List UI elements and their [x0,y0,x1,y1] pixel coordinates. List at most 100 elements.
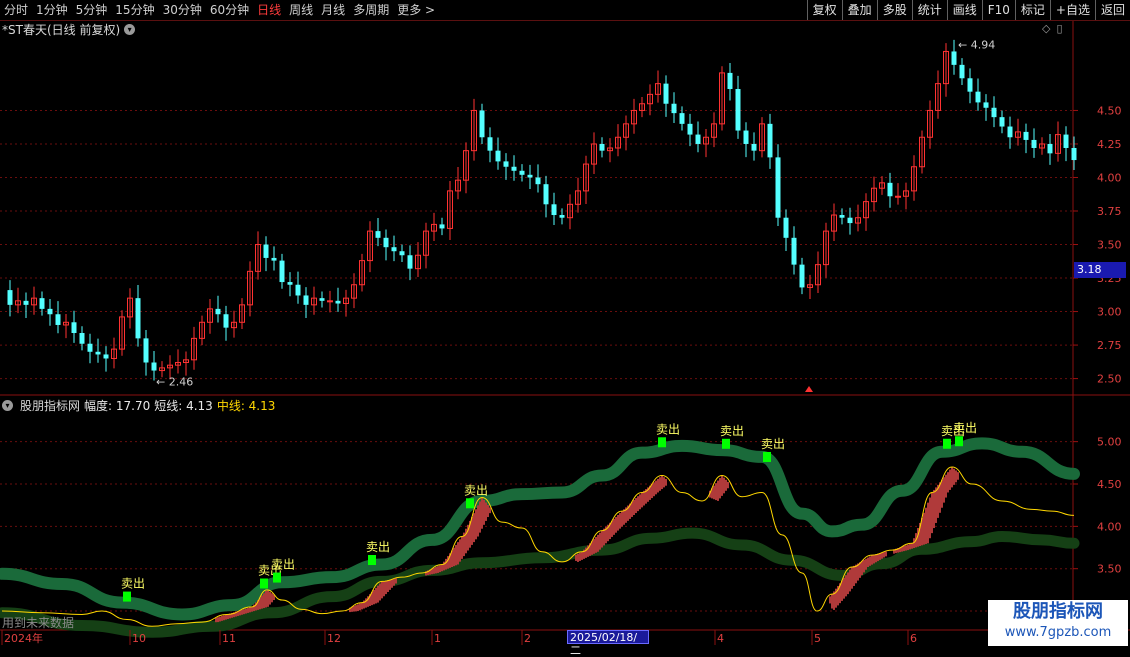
x-axis-label-8: 6 [910,632,917,645]
candle-body [767,123,773,158]
sell-signal-marker [368,555,376,566]
x-axis-label-7: 5 [814,632,821,645]
candle-body [991,107,997,118]
candle-body [967,78,973,92]
candle-body [479,110,485,138]
future-data-note: 用到未来数据 [2,616,75,630]
main-y-tick-8: 2.50 [1097,373,1122,386]
stock-title: *ST春天(日线 前复权) [2,23,121,37]
candle-body [799,264,805,288]
candle-body [495,150,501,162]
ind-y-tick-2: 4.00 [1097,520,1122,533]
candle-body [271,257,277,261]
candle-body [95,351,101,355]
x-axis-label-3: 12 [327,632,341,645]
sell-signal-label: 卖出 [271,558,295,572]
sell-signal-label: 卖出 [720,424,744,438]
candle-body [1063,134,1069,148]
candle-body [551,204,557,216]
candle-body [751,143,757,151]
candle-body [887,182,893,197]
sell-signal-marker [943,438,951,449]
candle-body [391,247,397,252]
ind-y-tick-0: 5.00 [1097,436,1122,449]
chevron-down-icon[interactable]: ▾ [2,400,13,411]
candle-body [1071,147,1077,161]
candle-body [511,166,517,171]
main-y-tick-6: 3.00 [1097,306,1122,319]
main-y-tick-2: 4.00 [1097,171,1122,184]
candle-body [295,284,301,296]
mid-line-value: 中线: 4.13 [216,399,276,413]
candle-body [559,215,565,218]
up-arrow-icon [805,386,813,392]
candle-body [839,215,845,218]
candle-body [335,300,341,304]
chart-canvas[interactable]: 4.504.254.003.753.503.253.002.752.505.00… [0,0,1130,650]
x-axis-label-0: 2024年 [4,631,43,645]
candle-body [775,157,781,218]
chevron-down-icon[interactable]: ▾ [124,24,136,35]
high-price-label: ← 4.94 [958,39,995,52]
candle-body [319,298,325,301]
candle-body [735,88,741,131]
candle-body [671,103,677,114]
candle-body [783,217,789,238]
main-chart-title: *ST春天(日线 前复权) ▾ [2,21,136,38]
candle-body [487,137,493,151]
sell-signal-marker [273,572,281,583]
watermark-title: 股朋指标网 [1013,601,1103,622]
candle-body [743,130,749,144]
x-axis-label-6: 4 [717,632,724,645]
main-y-tick-3: 3.75 [1097,205,1122,218]
ind-y-tick-3: 3.50 [1097,563,1122,576]
candle-body [223,314,229,328]
candle-body [399,251,405,256]
candle-body [543,184,549,205]
candle-body [71,322,77,334]
candle-body [327,300,333,303]
watermark-url: www.7gpzb.com [1004,625,1112,640]
main-y-tick-0: 4.50 [1097,104,1122,117]
current-price-tag: 3.18 [1074,262,1126,278]
main-y-tick-1: 4.25 [1097,138,1122,151]
diamond-icon[interactable]: ◇ [1042,22,1050,35]
selected-date-tag: 2025/02/18/二 [567,630,649,657]
short-line-value: 短线: 4.13 [154,399,213,413]
candle-body [975,91,981,103]
window-icon[interactable]: ▯ [1056,22,1062,35]
x-axis-label-5: 2 [524,632,531,645]
candle-body [687,123,693,135]
sell-signal-marker [658,437,666,448]
candle-body [1031,139,1037,148]
candle-body [55,314,61,325]
candle-body [999,117,1005,127]
candle-body [87,343,93,352]
sell-signal-label: 卖出 [761,437,785,451]
candle-body [983,102,989,108]
candle-body [23,300,29,305]
candle-body [39,298,45,309]
sell-signal-marker [123,591,131,602]
sell-signal-marker [466,498,474,509]
x-axis-label-1: 10 [132,632,146,645]
chart-corner-icons: ◇ ▯ [1042,22,1063,35]
sell-signal-marker [763,451,771,462]
candle-body [407,255,413,269]
candle-body [959,64,965,79]
candle-body [151,362,157,371]
upper-band [0,437,1080,621]
indicator-title-bar: ▾ 股朋指标网 幅度: 17.70 短线: 4.13 中线: 4.13 [2,397,275,414]
main-y-tick-4: 3.50 [1097,239,1122,252]
indicator-name[interactable]: 股朋指标网 [20,397,80,414]
candle-body [519,170,525,175]
candle-body [1023,131,1029,140]
sell-signal-label: 卖出 [121,577,145,591]
candle-body [375,231,381,238]
amplitude-value: 幅度: 17.70 [84,399,151,413]
sell-signal-label: 卖出 [366,540,390,554]
candle-body [895,195,901,198]
candle-body [951,51,957,65]
sell-signal-marker [722,438,730,449]
candle-body [287,282,293,285]
